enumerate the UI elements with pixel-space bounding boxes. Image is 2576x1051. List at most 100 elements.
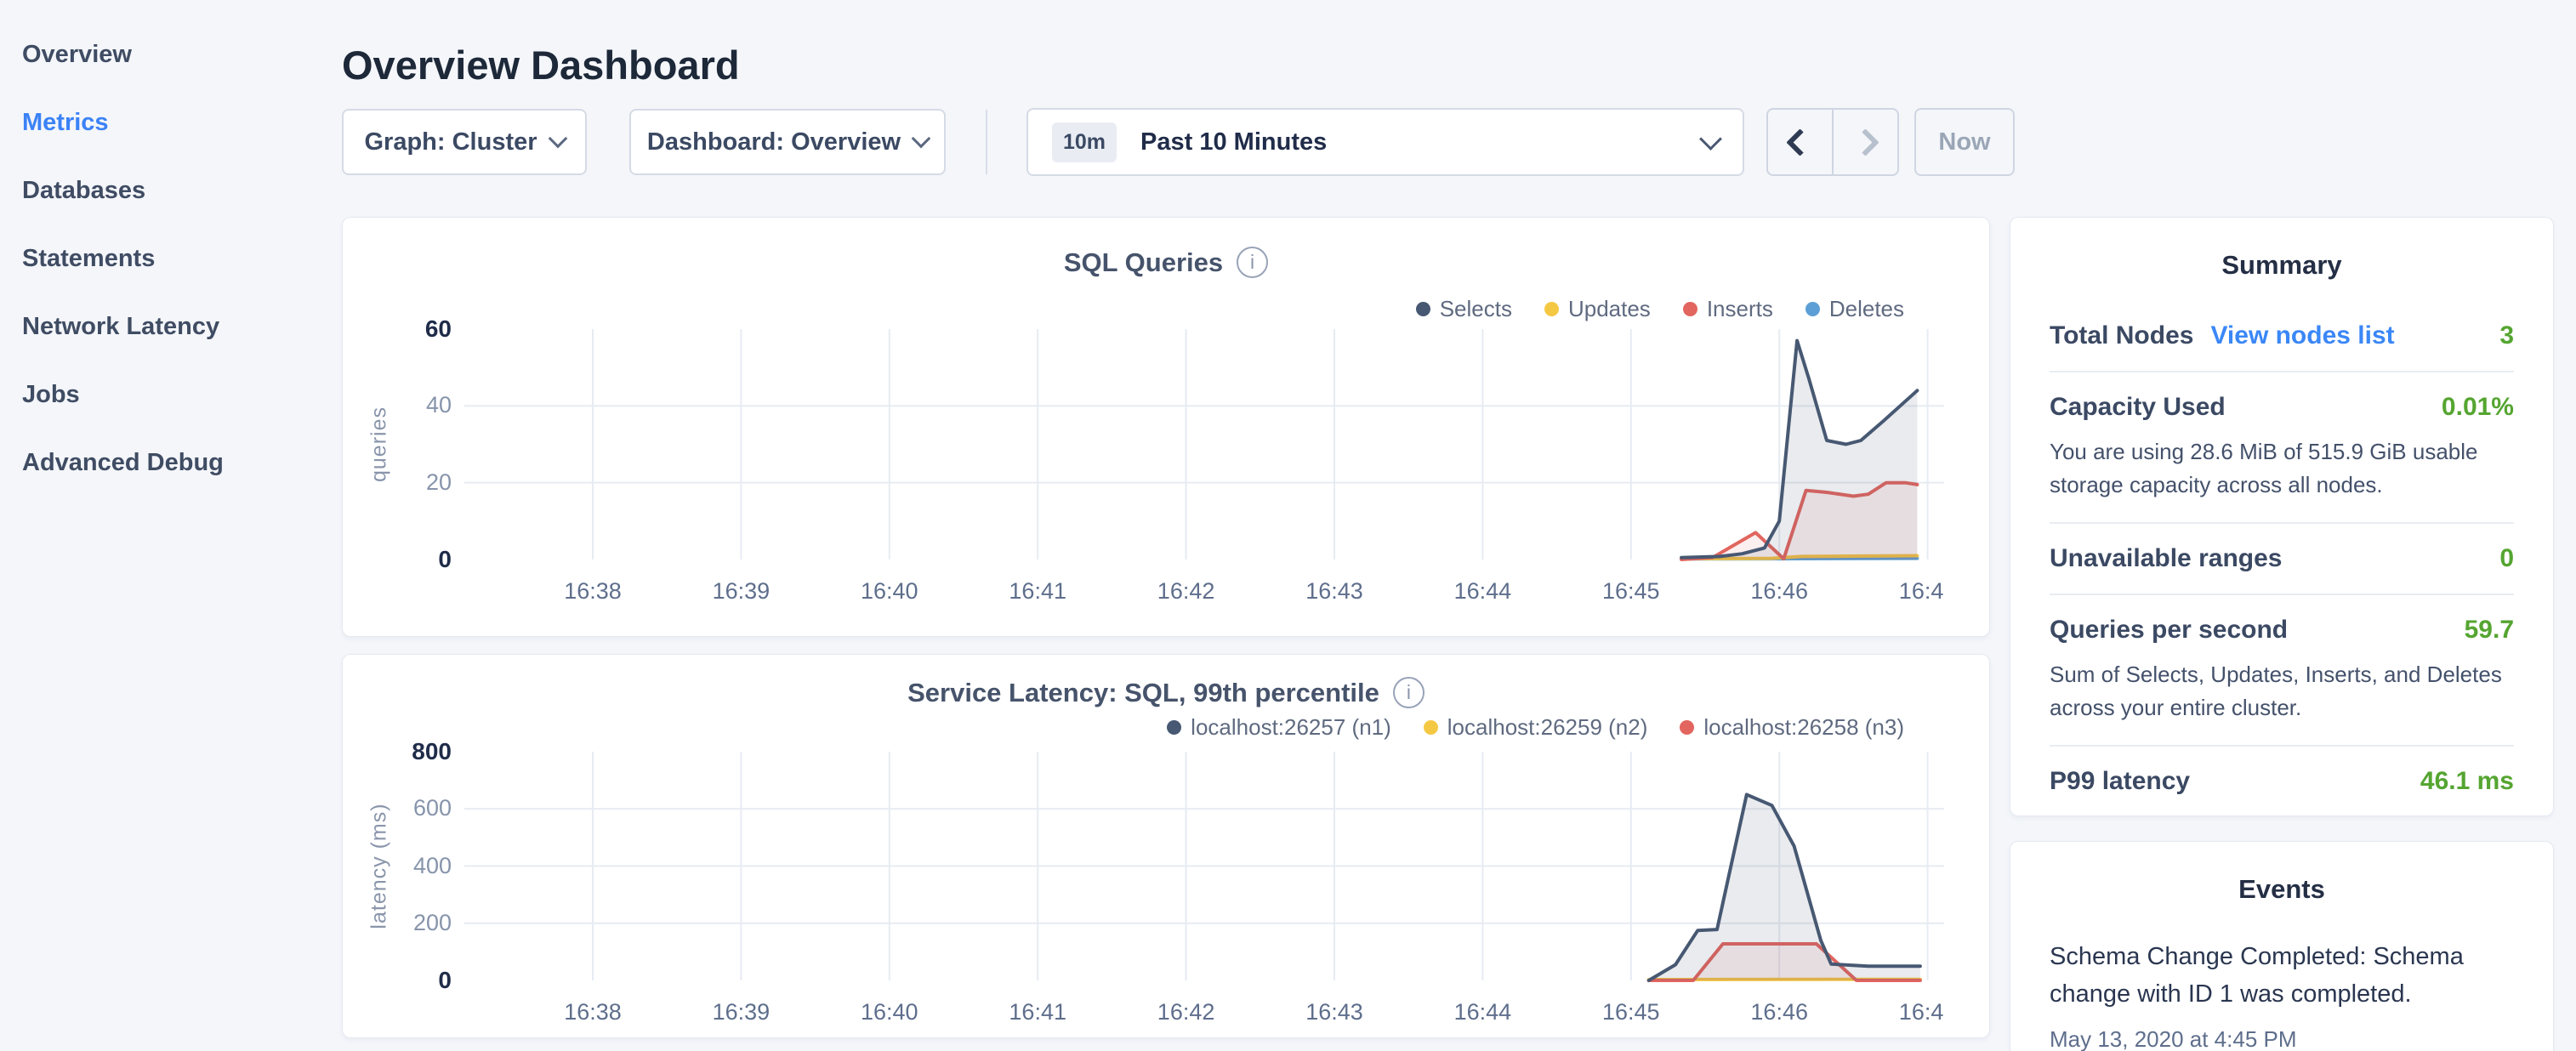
event-item[interactable]: Schema Change Completed: Schema change w… — [2050, 939, 2514, 1051]
svg-text:16:39: 16:39 — [713, 999, 771, 1025]
summary-row: Total Nodes View nodes list 3 — [2050, 301, 2514, 372]
legend-label: Deletes — [1829, 296, 1904, 322]
summary-value: 46.1 ms — [2420, 767, 2514, 796]
graph-scope-label: Graph: Cluster — [364, 128, 537, 156]
y-axis-tick: 800 — [390, 738, 452, 765]
legend-dot — [1416, 302, 1430, 316]
summary-rows: Total Nodes View nodes list 3 Capacity Used… — [2010, 301, 2553, 816]
graph-scope-dropdown[interactable]: Graph: Cluster — [342, 109, 587, 175]
time-step-forward-button — [1832, 110, 1897, 174]
sidebar-item-network-latency[interactable]: Network Latency — [0, 293, 340, 361]
y-axis-title: queries — [367, 333, 392, 554]
summary-row: Queries per second 59.7 Sum of Selects, Up… — [2050, 595, 2514, 747]
y-axis-tick: 0 — [390, 967, 452, 994]
svg-text:16:38: 16:38 — [564, 578, 622, 604]
time-range-dropdown[interactable]: 10m Past 10 Minutes — [1026, 108, 1744, 176]
legend-label: Updates — [1568, 296, 1651, 322]
legend-label: Selects — [1440, 296, 1512, 322]
y-axis-tick: 40 — [390, 392, 452, 418]
svg-text:16:40: 16:40 — [861, 578, 918, 604]
legend-dot — [1544, 302, 1559, 316]
y-axis-title: latency (ms) — [367, 755, 392, 976]
events-title: Events — [2010, 874, 2553, 905]
time-range-label: Past 10 Minutes — [1140, 128, 1327, 156]
legend-dot — [1805, 302, 1820, 316]
chevron-down-icon — [912, 129, 931, 149]
events-list: Schema Change Completed: Schema change w… — [2010, 939, 2553, 1051]
sidebar: OverviewMetricsDatabasesStatementsNetwor… — [0, 0, 340, 497]
svg-text:16:42: 16:42 — [1157, 578, 1215, 604]
legend-item: Selects — [1416, 296, 1512, 322]
legend-label: localhost:26258 (n3) — [1703, 714, 1904, 741]
info-icon[interactable] — [1237, 247, 1268, 278]
legend-item: localhost:26257 (n1) — [1167, 714, 1391, 741]
svg-text:16:43: 16:43 — [1305, 999, 1363, 1025]
summary-description: You are using 28.6 MiB of 515.9 GiB usab… — [2050, 435, 2514, 502]
y-axis-tick: 60 — [390, 315, 452, 343]
chart-plot-area[interactable]: 16:3816:3916:4016:4116:4216:4316:4416:45… — [464, 329, 1944, 612]
legend-item: Deletes — [1805, 296, 1904, 322]
chart-title: Service Latency: SQL, 99th percentile — [907, 678, 1379, 708]
dashboard-dropdown[interactable]: Dashboard: Overview — [629, 109, 946, 175]
chart-legend: localhost:26257 (n1) localhost:26259 (n2)… — [1167, 714, 1904, 741]
legend-label: Inserts — [1707, 296, 1773, 322]
sidebar-item-jobs[interactable]: Jobs — [0, 361, 340, 429]
summary-value: 3 — [2499, 321, 2514, 350]
time-step-back-button[interactable] — [1768, 110, 1832, 174]
summary-description: Sum of Selects, Updates, Inserts, and De… — [2050, 658, 2514, 724]
summary-row: Capacity Used 0.01% You are using 28.6 MiB… — [2050, 372, 2514, 524]
svg-text:16:44: 16:44 — [1454, 999, 1512, 1025]
page-title: Overview Dashboard — [342, 42, 740, 88]
event-timestamp: May 13, 2020 at 4:45 PM — [2050, 1026, 2514, 1051]
summary-row: P99 latency 46.1 ms — [2050, 747, 2514, 816]
summary-value: 59.7 — [2465, 616, 2514, 645]
legend-item: localhost:26258 (n3) — [1680, 714, 1904, 741]
sidebar-item-overview[interactable]: Overview — [0, 20, 340, 88]
legend-dot — [1167, 720, 1181, 735]
summary-label: Capacity Used — [2050, 393, 2226, 422]
events-panel: Events Schema Change Completed: Schema c… — [2010, 841, 2554, 1051]
sidebar-item-databases[interactable]: Databases — [0, 156, 340, 224]
legend-label: localhost:26259 (n2) — [1447, 714, 1648, 741]
legend-dot — [1424, 720, 1438, 735]
time-step-buttons — [1766, 108, 1899, 176]
svg-text:16:46: 16:46 — [1750, 999, 1808, 1025]
summary-label: Total Nodes — [2050, 321, 2193, 350]
time-range-badge: 10m — [1052, 122, 1117, 162]
svg-text:16:47: 16:47 — [1899, 999, 1944, 1025]
legend-dot — [1683, 302, 1697, 316]
svg-text:16:38: 16:38 — [564, 999, 622, 1025]
summary-label: Queries per second — [2050, 616, 2288, 645]
sidebar-item-statements[interactable]: Statements — [0, 224, 340, 293]
info-icon[interactable] — [1393, 677, 1424, 708]
event-text: Schema Change Completed: Schema change w… — [2050, 939, 2514, 1013]
chart-plot-area[interactable]: 16:3816:3916:4016:4116:4216:4316:4416:45… — [464, 752, 1944, 1033]
summary-value: 0.01% — [2442, 393, 2514, 422]
dashboard-label: Dashboard: Overview — [647, 128, 901, 156]
legend-item: Inserts — [1683, 296, 1773, 322]
chevron-right-icon — [1851, 128, 1879, 156]
sidebar-item-advanced-debug[interactable]: Advanced Debug — [0, 429, 340, 497]
chart-header: SQL Queries — [343, 247, 1989, 278]
svg-text:16:44: 16:44 — [1454, 578, 1512, 604]
now-button: Now — [1914, 108, 2015, 176]
chevron-down-icon — [548, 129, 567, 149]
summary-panel: Summary Total Nodes View nodes list 3 Capac… — [2010, 217, 2554, 816]
svg-text:16:41: 16:41 — [1009, 999, 1066, 1025]
svg-text:16:43: 16:43 — [1305, 578, 1363, 604]
view-nodes-list-link[interactable]: View nodes list — [2210, 321, 2394, 350]
sidebar-item-metrics[interactable]: Metrics — [0, 88, 340, 156]
summary-value: 0 — [2499, 544, 2514, 573]
svg-text:16:45: 16:45 — [1602, 578, 1660, 604]
chart-title: SQL Queries — [1064, 247, 1223, 278]
summary-label: P99 latency — [2050, 767, 2190, 796]
svg-text:16:39: 16:39 — [713, 578, 771, 604]
svg-text:16:47: 16:47 — [1899, 578, 1944, 604]
summary-title: Summary — [2010, 250, 2553, 281]
legend-dot — [1680, 720, 1694, 735]
legend-item: Updates — [1544, 296, 1651, 322]
y-axis-tick: 600 — [390, 795, 452, 821]
y-axis-tick: 400 — [390, 853, 452, 879]
service-latency-chart-panel: Service Latency: SQL, 99th percentile lo… — [342, 654, 1990, 1038]
chevron-down-icon — [1699, 128, 1722, 151]
